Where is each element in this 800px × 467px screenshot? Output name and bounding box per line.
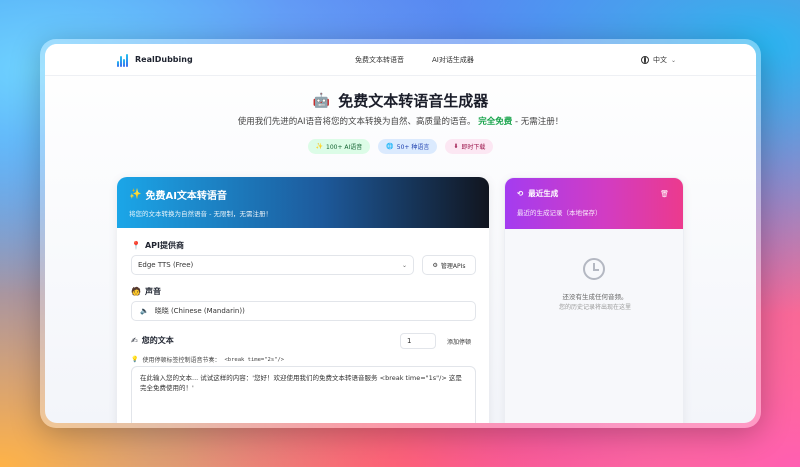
tip-text: 使用停顿标签控制语音节奏： [142, 357, 221, 364]
language-selector[interactable]: 中文 ⌄ [640, 44, 676, 76]
chevron-down-icon: ⌄ [670, 56, 676, 64]
history-subtitle: 最近的生成记录（本地保存） [517, 209, 602, 217]
nav-link-tts[interactable]: 免费文本转语音 [355, 55, 404, 65]
badge-download: ⬇ 即时下载 [445, 139, 494, 154]
tip-code: <break time="2s"/> [224, 356, 285, 363]
history-icon: ⟲ [517, 189, 524, 198]
tts-card-title: 免费AI文本转语音 [145, 191, 227, 202]
text-input[interactable]: 在此输入您的文本... 试试这样的内容：'您好！欢迎使用我们的免费文本转语音服务… [131, 366, 476, 423]
person-icon: 🧑 [131, 287, 141, 296]
api-provider-value: Edge TTS (Free) [138, 261, 194, 269]
globe-icon [640, 56, 649, 64]
text-label: ✍ 您的文本 [131, 335, 174, 346]
history-card: ⟲ 最近生成 最近的生成记录（本地保存） 🗑 还没有生成任何音频。 您的历史记录将… [504, 177, 684, 423]
tts-card: ✨ 免费AI文本转语音 将您的文本转换为自然语音 - 无限制，无需注册！ 📍 API… [117, 177, 489, 423]
voice-label: 🧑 声音 [131, 286, 161, 297]
speaker-icon: 🔈 [140, 307, 149, 315]
tip-line: 💡 使用停顿标签控制语音节奏： <break time="2s"/> [131, 355, 284, 364]
writing-icon: ✍ [131, 336, 138, 345]
api-label-text: API提供商 [144, 241, 184, 250]
feature-badges: ✨ 100+ AI语音 🌐 50+ 种语言 ⬇ 即时下载 [45, 139, 756, 154]
waveform-icon [117, 53, 131, 67]
empty-history-icon [583, 258, 605, 280]
badge-label: 即时下载 [461, 144, 486, 151]
brand-logo[interactable]: RealDubbing [117, 53, 193, 67]
sparkle-icon: ✨ [129, 189, 142, 200]
empty-state-title: 还没有生成任何音频。 [562, 293, 628, 301]
gear-icon: ⚙ [432, 261, 438, 269]
globe-icon: 🌐 [386, 143, 394, 150]
text-label-text: 您的文本 [141, 336, 174, 345]
voice-label-text: 声音 [144, 287, 161, 296]
nav-link-dialogue[interactable]: AI对话生成器 [432, 55, 474, 65]
lightbulb-icon: 💡 [131, 356, 139, 363]
badge-label: 50+ 种语言 [396, 144, 430, 151]
manage-apis-button[interactable]: ⚙ 管理APIs [422, 255, 476, 275]
chevron-down-icon: ⌄ [401, 261, 407, 269]
tts-card-subtitle: 将您的文本转换为自然语音 - 无限制，无需注册！ [129, 210, 272, 218]
api-provider-label: 📍 API提供商 [131, 240, 184, 251]
tts-card-header: ✨ 免费AI文本转语音 将您的文本转换为自然语音 - 无限制，无需注册！ [117, 177, 489, 228]
nav-links: 免费文本转语音 AI对话生成器 [355, 44, 474, 76]
voice-value: 晓晓 (Chinese (Mandarin)) [154, 307, 245, 315]
subtitle-suffix: - 无需注册！ [512, 117, 564, 127]
language-label: 中文 [652, 56, 667, 64]
history-card-header: ⟲ 最近生成 最近的生成记录（本地保存） 🗑 [505, 178, 683, 229]
brand-name: RealDubbing [135, 55, 193, 64]
history-title: 最近生成 [528, 189, 559, 198]
pin-icon: 📍 [131, 241, 141, 250]
voice-select[interactable]: 🔈 晓晓 (Chinese (Mandarin)) [131, 301, 476, 321]
browser-window: RealDubbing 免费文本转语音 AI对话生成器 中文 ⌄ 🤖 免费文本转… [45, 44, 756, 423]
add-pause-button[interactable]: 添加停顿 [439, 333, 479, 349]
pause-seconds-input[interactable]: 1 [400, 333, 436, 349]
badge-languages: 🌐 50+ 种语言 [378, 139, 438, 154]
empty-state-hint: 您的历史记录将出现在这里 [558, 304, 631, 311]
robot-icon: 🤖 [312, 92, 331, 109]
manage-label: 管理APIs [440, 262, 466, 270]
subtitle-highlight: 完全免费 [478, 117, 513, 127]
badge-label: 100+ AI语音 [326, 144, 363, 151]
hero-subtitle: 使用我们先进的AI语音将您的文本转换为自然、高质量的语音。 完全免费 - 无需注… [45, 115, 756, 127]
sparkle-icon: ✨ [315, 143, 324, 150]
badge-voices: ✨ 100+ AI语音 [307, 139, 371, 154]
navbar: RealDubbing 免费文本转语音 AI对话生成器 中文 ⌄ [45, 44, 756, 76]
api-provider-select[interactable]: Edge TTS (Free) ⌄ [131, 255, 414, 275]
download-icon: ⬇ [453, 143, 459, 150]
page-title: 免费文本转语音生成器 [338, 92, 489, 110]
hero-title: 🤖 免费文本转语音生成器 [45, 90, 756, 111]
subtitle-prefix: 使用我们先进的AI语音将您的文本转换为自然、高质量的语音。 [237, 117, 476, 127]
trash-icon[interactable]: 🗑 [660, 190, 669, 198]
